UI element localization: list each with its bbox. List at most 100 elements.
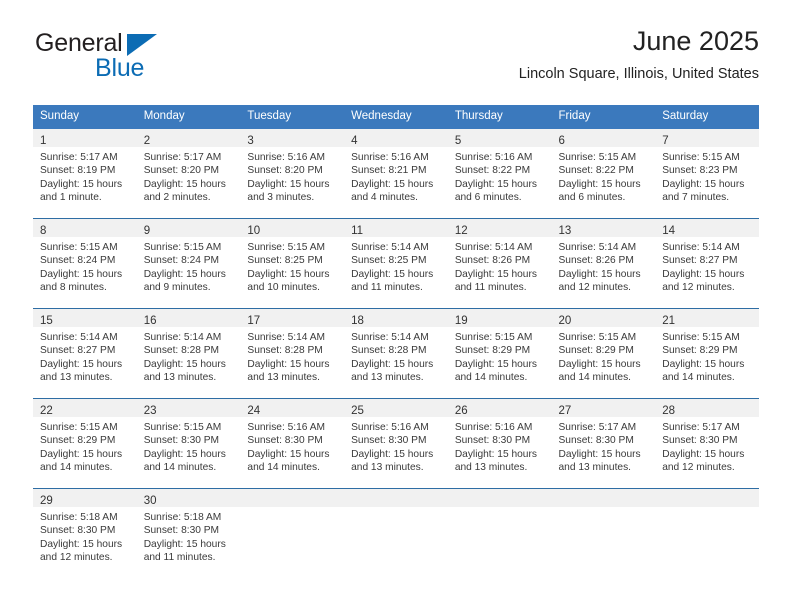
day-details: Sunrise: 5:18 AM Sunset: 8:30 PM Dayligh… bbox=[137, 507, 241, 565]
sunset-text: Sunset: 8:25 PM bbox=[351, 255, 427, 267]
day-cell[interactable]: 22 Sunrise: 5:15 AM Sunset: 8:29 PM Dayl… bbox=[33, 398, 137, 489]
sunrise-text: Sunrise: 5:15 AM bbox=[454, 331, 533, 343]
sunrise-text: Sunrise: 5:14 AM bbox=[558, 241, 637, 253]
sunset-text: Sunset: 8:27 PM bbox=[662, 255, 738, 267]
sunrise-text: Sunrise: 5:16 AM bbox=[351, 151, 429, 163]
day-number-strip: 30 bbox=[136, 488, 241, 507]
day-cell[interactable]: 20 Sunrise: 5:15 AM Sunset: 8:29 PM Dayl… bbox=[551, 308, 656, 399]
daylight-text: Daylight: 15 hours and 13 minutes. bbox=[351, 448, 434, 474]
day-number-strip: 23 bbox=[136, 398, 241, 417]
day-number: 28 bbox=[662, 404, 676, 417]
day-number-strip bbox=[240, 488, 345, 507]
week-row: 29 Sunrise: 5:18 AM Sunset: 8:30 PM Dayl… bbox=[33, 488, 759, 578]
day-cell[interactable]: 28 Sunrise: 5:17 AM Sunset: 8:30 PM Dayl… bbox=[655, 398, 759, 489]
day-cell[interactable]: 6 Sunrise: 5:15 AM Sunset: 8:22 PM Dayli… bbox=[551, 128, 656, 219]
day-cell[interactable]: 21 Sunrise: 5:15 AM Sunset: 8:29 PM Dayl… bbox=[655, 308, 759, 399]
day-cell[interactable]: 9 Sunrise: 5:15 AM Sunset: 8:24 PM Dayli… bbox=[136, 218, 241, 309]
day-details: Sunrise: 5:14 AM Sunset: 8:27 PM Dayligh… bbox=[33, 327, 137, 385]
day-number-strip: 21 bbox=[655, 308, 759, 327]
daylight-text: Daylight: 15 hours and 1 minute. bbox=[40, 178, 123, 204]
daylight-text: Daylight: 15 hours and 13 minutes. bbox=[454, 448, 537, 474]
daylight-text: Daylight: 15 hours and 12 minutes. bbox=[40, 538, 123, 564]
day-number: 3 bbox=[247, 134, 254, 147]
day-details: Sunrise: 5:15 AM Sunset: 8:29 PM Dayligh… bbox=[655, 327, 759, 385]
day-cell[interactable]: 7 Sunrise: 5:15 AM Sunset: 8:23 PM Dayli… bbox=[655, 128, 759, 219]
sunset-text: Sunset: 8:24 PM bbox=[143, 255, 220, 267]
day-cell[interactable]: 16 Sunrise: 5:14 AM Sunset: 8:28 PM Dayl… bbox=[136, 308, 241, 399]
day-cell[interactable]: 29 Sunrise: 5:18 AM Sunset: 8:30 PM Dayl… bbox=[33, 488, 137, 578]
day-number-strip: 16 bbox=[136, 308, 241, 327]
day-cell[interactable]: 1 Sunrise: 5:17 AM Sunset: 8:19 PM Dayli… bbox=[33, 128, 137, 219]
calendar-page: General Blue June 2025 Lincoln Square, I… bbox=[0, 0, 792, 612]
day-number: 20 bbox=[558, 314, 572, 327]
day-details: Sunrise: 5:16 AM Sunset: 8:22 PM Dayligh… bbox=[448, 147, 552, 205]
day-cell[interactable]: 11 Sunrise: 5:14 AM Sunset: 8:25 PM Dayl… bbox=[344, 218, 448, 309]
day-cell[interactable]: 4 Sunrise: 5:16 AM Sunset: 8:21 PM Dayli… bbox=[344, 128, 448, 219]
sunset-text: Sunset: 8:30 PM bbox=[351, 435, 427, 447]
day-number-strip: 27 bbox=[551, 398, 656, 417]
day-cell-empty bbox=[240, 488, 345, 578]
day-cell[interactable]: 30 Sunrise: 5:18 AM Sunset: 8:30 PM Dayl… bbox=[136, 488, 241, 578]
day-cell[interactable]: 10 Sunrise: 5:15 AM Sunset: 8:25 PM Dayl… bbox=[240, 218, 345, 309]
sunset-text: Sunset: 8:22 PM bbox=[558, 165, 634, 177]
day-cell[interactable]: 3 Sunrise: 5:16 AM Sunset: 8:20 PM Dayli… bbox=[240, 128, 345, 219]
day-details: Sunrise: 5:16 AM Sunset: 8:30 PM Dayligh… bbox=[448, 417, 552, 475]
day-number-strip bbox=[344, 488, 448, 507]
daylight-text: Daylight: 15 hours and 11 minutes. bbox=[454, 268, 537, 294]
sunset-text: Sunset: 8:28 PM bbox=[247, 345, 323, 357]
day-cell[interactable]: 19 Sunrise: 5:15 AM Sunset: 8:29 PM Dayl… bbox=[447, 308, 552, 399]
day-cell[interactable]: 17 Sunrise: 5:14 AM Sunset: 8:28 PM Dayl… bbox=[240, 308, 345, 399]
day-cell[interactable]: 24 Sunrise: 5:16 AM Sunset: 8:30 PM Dayl… bbox=[240, 398, 345, 489]
sunset-text: Sunset: 8:30 PM bbox=[454, 435, 531, 447]
day-details: Sunrise: 5:14 AM Sunset: 8:28 PM Dayligh… bbox=[240, 327, 344, 385]
day-cell[interactable]: 25 Sunrise: 5:16 AM Sunset: 8:30 PM Dayl… bbox=[344, 398, 448, 489]
day-number: 4 bbox=[351, 134, 358, 147]
day-cell-empty bbox=[655, 488, 759, 578]
day-number: 6 bbox=[558, 134, 565, 147]
day-cell[interactable]: 27 Sunrise: 5:17 AM Sunset: 8:30 PM Dayl… bbox=[551, 398, 656, 489]
sunset-text: Sunset: 8:25 PM bbox=[247, 255, 323, 267]
day-cell[interactable]: 14 Sunrise: 5:14 AM Sunset: 8:27 PM Dayl… bbox=[655, 218, 759, 309]
day-details: Sunrise: 5:15 AM Sunset: 8:29 PM Dayligh… bbox=[448, 327, 552, 385]
day-cell[interactable]: 12 Sunrise: 5:14 AM Sunset: 8:26 PM Dayl… bbox=[447, 218, 552, 309]
day-cell[interactable]: 8 Sunrise: 5:15 AM Sunset: 8:24 PM Dayli… bbox=[33, 218, 137, 309]
sunset-text: Sunset: 8:26 PM bbox=[558, 255, 634, 267]
day-number-strip: 18 bbox=[344, 308, 448, 327]
sunrise-text: Sunrise: 5:15 AM bbox=[143, 421, 222, 433]
daylight-text: Daylight: 15 hours and 8 minutes. bbox=[40, 268, 123, 294]
sunrise-text: Sunrise: 5:14 AM bbox=[662, 241, 740, 253]
day-number: 21 bbox=[662, 314, 676, 327]
daylight-text: Daylight: 15 hours and 2 minutes. bbox=[143, 178, 226, 204]
weekday-header-monday: Monday bbox=[136, 105, 241, 129]
day-number-strip: 2 bbox=[136, 128, 241, 147]
sunrise-text: Sunrise: 5:14 AM bbox=[143, 331, 222, 343]
day-number-strip: 25 bbox=[344, 398, 448, 417]
sunrise-text: Sunrise: 5:17 AM bbox=[662, 421, 740, 433]
day-cell[interactable]: 13 Sunrise: 5:14 AM Sunset: 8:26 PM Dayl… bbox=[551, 218, 656, 309]
sunset-text: Sunset: 8:28 PM bbox=[351, 345, 427, 357]
page-title: June 2025 bbox=[632, 26, 759, 56]
day-cell[interactable]: 18 Sunrise: 5:14 AM Sunset: 8:28 PM Dayl… bbox=[344, 308, 448, 399]
day-number: 13 bbox=[558, 224, 572, 237]
day-cell[interactable]: 23 Sunrise: 5:15 AM Sunset: 8:30 PM Dayl… bbox=[136, 398, 241, 489]
sunset-text: Sunset: 8:26 PM bbox=[454, 255, 531, 267]
weekday-header-wednesday: Wednesday bbox=[344, 105, 448, 129]
sunset-text: Sunset: 8:30 PM bbox=[40, 525, 116, 537]
weekday-header-thursday: Thursday bbox=[447, 105, 552, 129]
day-cell[interactable]: 5 Sunrise: 5:16 AM Sunset: 8:22 PM Dayli… bbox=[447, 128, 552, 219]
day-cell[interactable]: 15 Sunrise: 5:14 AM Sunset: 8:27 PM Dayl… bbox=[33, 308, 137, 399]
sunrise-text: Sunrise: 5:14 AM bbox=[247, 331, 325, 343]
calendar-body: 1 Sunrise: 5:17 AM Sunset: 8:19 PM Dayli… bbox=[33, 128, 759, 578]
day-details: Sunrise: 5:15 AM Sunset: 8:30 PM Dayligh… bbox=[137, 417, 241, 475]
sunset-text: Sunset: 8:30 PM bbox=[558, 435, 634, 447]
day-details bbox=[240, 507, 344, 511]
day-cell[interactable]: 26 Sunrise: 5:16 AM Sunset: 8:30 PM Dayl… bbox=[447, 398, 552, 489]
day-cell[interactable]: 2 Sunrise: 5:17 AM Sunset: 8:20 PM Dayli… bbox=[136, 128, 241, 219]
brand-logo[interactable]: General Blue bbox=[33, 26, 243, 84]
daylight-text: Daylight: 15 hours and 14 minutes. bbox=[247, 448, 330, 474]
day-number: 16 bbox=[143, 314, 157, 327]
sunset-text: Sunset: 8:21 PM bbox=[351, 165, 427, 177]
week-row: 1 Sunrise: 5:17 AM Sunset: 8:19 PM Dayli… bbox=[33, 128, 759, 219]
daylight-text: Daylight: 15 hours and 14 minutes. bbox=[40, 448, 123, 474]
title-block: June 2025 Lincoln Square, Illinois, Unit… bbox=[519, 26, 759, 83]
